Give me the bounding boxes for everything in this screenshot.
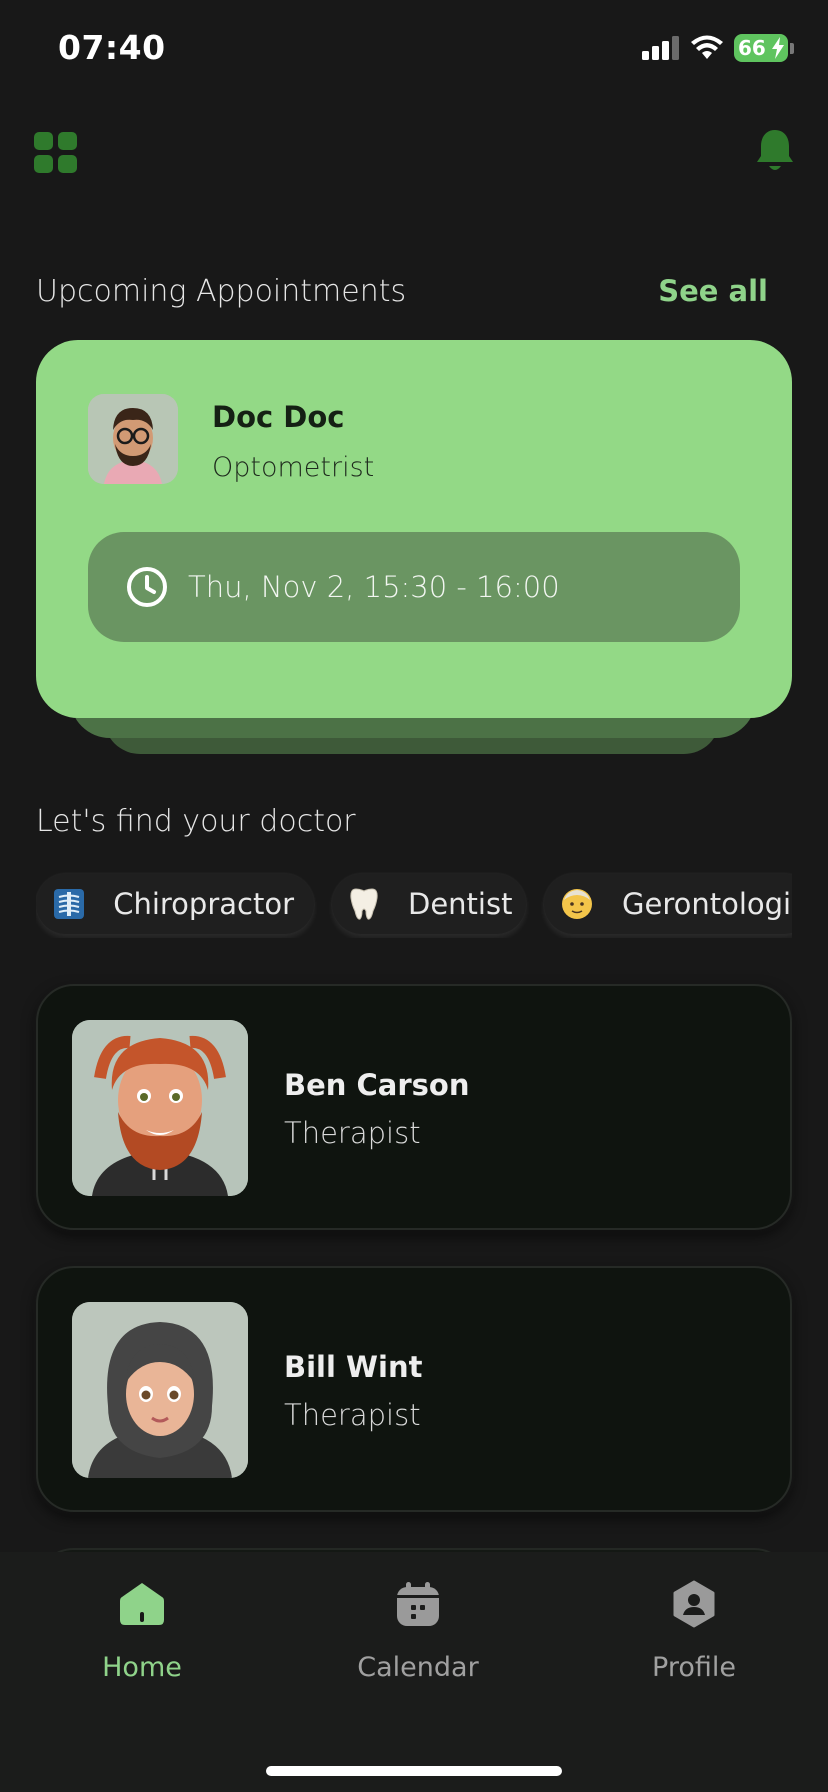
upcoming-appointments-title: Upcoming Appointments [36,274,407,309]
older-person-icon [560,887,594,921]
doctor-role: Therapist [284,1398,421,1432]
see-all-link[interactable]: See all [658,274,768,308]
status-bar: 07:40 66 [0,0,828,100]
category-label: Dentist [408,887,513,921]
appointment-time: Thu, Nov 2, 15:30 - 16:00 [188,570,560,604]
nav-calendar-label: Calendar [357,1652,479,1683]
home-indicator [266,1766,562,1776]
doctor-photo [72,1302,248,1478]
category-chip-dentist[interactable]: Dentist [332,874,526,934]
doctor-photo-illustration [72,1302,248,1478]
category-label: Chiropractor [113,887,294,921]
appointment-card[interactable]: Doc Doc Optometrist Thu, Nov 2, 15:30 - … [36,340,792,718]
appointment-doctor-specialty: Optometrist [212,452,375,483]
doctor-name: Ben Carson [284,1068,470,1102]
doctor-avatar [88,394,178,484]
charging-bolt-icon [772,37,784,59]
profile-icon [673,1580,715,1628]
category-chips: Chiropractor Dentist Gerontologi [36,872,792,938]
xray-icon [52,887,85,921]
doctor-photo-illustration [72,1020,248,1196]
nav-profile-label: Profile [652,1652,736,1683]
category-label: Gerontologi [622,887,792,921]
status-time: 07:40 [58,28,166,67]
appointment-doctor-name: Doc Doc [212,400,345,434]
doctor-avatar-illustration [88,394,178,484]
tooth-icon [348,887,380,921]
category-chip-chiropractor[interactable]: Chiropractor [36,874,314,934]
doctor-name: Bill Wint [284,1350,423,1384]
doctor-role: Therapist [284,1116,421,1150]
home-icon [120,1583,164,1625]
nav-home-label: Home [102,1652,182,1683]
doctor-photo [72,1020,248,1196]
appointment-time-pill: Thu, Nov 2, 15:30 - 16:00 [88,532,740,642]
find-doctor-title: Let's find your doctor [36,804,356,839]
grid-menu-icon[interactable] [34,132,78,174]
wifi-icon [691,35,723,59]
nav-profile[interactable]: Profile [594,1580,794,1683]
signal-icon [642,36,679,60]
status-icons: 66 [642,34,794,62]
bell-icon[interactable] [754,128,796,174]
doctor-card[interactable]: Bill Wint Therapist [36,1266,792,1512]
battery-level: 66 [738,36,766,60]
calendar-icon [397,1582,439,1626]
category-chip-gerontologist[interactable]: Gerontologi [544,874,792,934]
bottom-nav: Home Calendar Profile [0,1552,828,1792]
doctor-card[interactable]: Ben Carson Therapist [36,984,792,1230]
nav-calendar[interactable]: Calendar [318,1580,518,1683]
battery-cap [790,42,794,54]
battery-indicator: 66 [734,34,788,62]
clock-icon [127,567,167,607]
nav-home[interactable]: Home [42,1580,242,1683]
